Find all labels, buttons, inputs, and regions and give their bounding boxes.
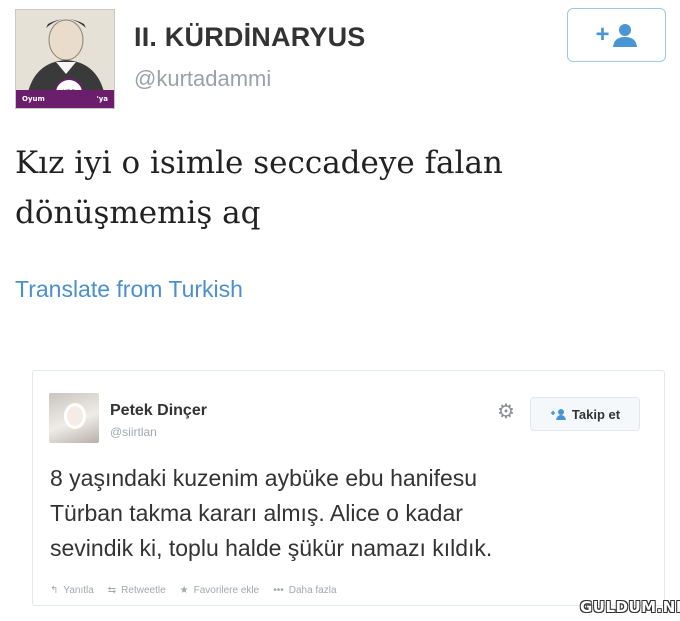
- retweet-label: Retweetle: [121, 585, 166, 596]
- embedded-tweet-text: 8 yaşındaki kuzenim aybüke ebu hanifesu …: [50, 461, 650, 566]
- follow-plus: +: [595, 21, 610, 48]
- add-user-icon: [550, 409, 566, 420]
- tweet-actions: ↰ Yanıtla ⇆ Retweetle ★ Favorilere ekle …: [50, 585, 337, 596]
- avatar-band: Oyum 'ya: [16, 90, 114, 108]
- author-avatar[interactable]: HDP Oyum 'ya: [15, 9, 115, 109]
- more-icon: •••: [273, 585, 284, 596]
- tweet-text-line: dönüşmemiş aq: [15, 195, 261, 231]
- embedded-author-handle[interactable]: @siirtlan: [110, 425, 157, 439]
- embedded-text-line: 8 yaşındaki kuzenim aybüke ebu hanifesu: [50, 465, 478, 491]
- avatar-band-right: 'ya: [96, 95, 108, 103]
- favorite-action[interactable]: ★ Favorilere ekle: [180, 585, 260, 596]
- retweet-action[interactable]: ⇆ Retweetle: [108, 585, 166, 596]
- tweet-text: Kız iyi o isimle seccadeye falan dönüşme…: [15, 138, 655, 238]
- avatar-band-left: Oyum: [22, 95, 45, 103]
- embedded-author-name[interactable]: Petek Dinçer: [110, 402, 207, 420]
- watermark: GULDUM.NET: [580, 598, 680, 616]
- star-icon: ★: [179, 585, 189, 596]
- author-handle[interactable]: @kurtadammi: [134, 66, 271, 92]
- follow-button[interactable]: +: [567, 8, 666, 62]
- takip-et-label: Takip et: [571, 406, 621, 422]
- avatar-face: [64, 403, 86, 429]
- add-user-icon: [612, 24, 637, 47]
- embedded-text-line: sevindik ki, toplu halde şükür namazı kı…: [50, 535, 493, 561]
- embedded-text-line: Türban takma kararı almış. Alice o kadar: [50, 500, 463, 526]
- embedded-tweet: Petek Dinçer @siirtlan ⚙ Takip et 8 yaşı…: [32, 370, 665, 606]
- more-label: Daha fazla: [288, 585, 337, 596]
- embedded-author-avatar[interactable]: [49, 393, 99, 443]
- retweet-icon: ⇆: [107, 585, 117, 596]
- tweet-text-line: Kız iyi o isimle seccadeye falan: [15, 145, 503, 181]
- reply-action[interactable]: ↰ Yanıtla: [50, 585, 94, 596]
- more-action[interactable]: ••• Daha fazla: [273, 585, 336, 596]
- author-name[interactable]: II. KÜRDİNARYUS: [134, 22, 366, 53]
- reply-icon: ↰: [50, 585, 59, 596]
- reply-label: Yanıtla: [63, 585, 94, 596]
- favorite-label: Favorilere ekle: [193, 585, 260, 596]
- takip-et-button[interactable]: Takip et: [530, 397, 640, 431]
- translate-link[interactable]: Translate from Turkish: [15, 276, 243, 303]
- gear-icon[interactable]: ⚙: [495, 401, 517, 423]
